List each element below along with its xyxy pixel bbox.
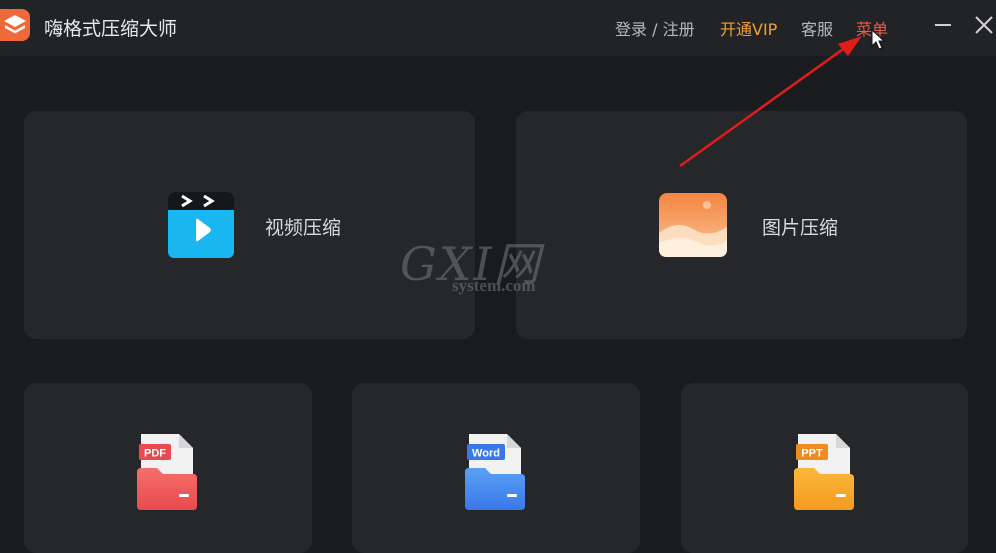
mouse-cursor-icon xyxy=(871,28,886,50)
annotation-arrow xyxy=(679,28,886,168)
